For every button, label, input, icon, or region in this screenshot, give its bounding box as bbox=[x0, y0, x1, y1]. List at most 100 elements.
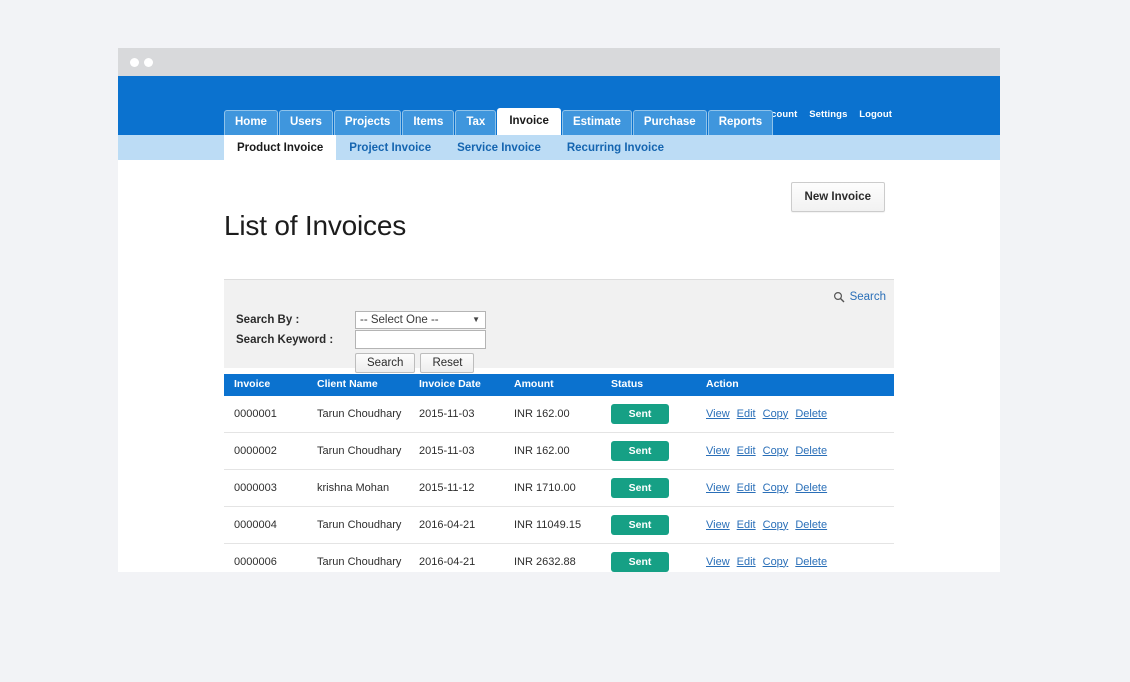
tab-home[interactable]: Home bbox=[224, 110, 278, 136]
cell-action: View Edit Copy Delete bbox=[706, 396, 894, 433]
cell-invoice: 0000002 bbox=[224, 432, 317, 469]
cell-status: Sent bbox=[611, 469, 706, 506]
tab-projects[interactable]: Projects bbox=[334, 110, 401, 136]
header-invoice-date: Invoice Date bbox=[419, 374, 514, 396]
search-keyword-row: Search Keyword : bbox=[236, 330, 486, 349]
invoices-table-body: 0000001Tarun Choudhary2015-11-03INR 162.… bbox=[224, 396, 894, 573]
action-copy-link[interactable]: Copy bbox=[763, 408, 789, 420]
main-navigation: Home Users Projects Items Tax Invoice Es… bbox=[224, 108, 774, 136]
action-copy-link[interactable]: Copy bbox=[763, 519, 789, 531]
action-view-link[interactable]: View bbox=[706, 482, 730, 494]
settings-link[interactable]: Settings bbox=[809, 109, 847, 120]
action-view-link[interactable]: View bbox=[706, 408, 730, 420]
status-badge[interactable]: Sent bbox=[611, 552, 669, 572]
cell-client-name: Tarun Choudhary bbox=[317, 506, 419, 543]
search-by-label: Search By : bbox=[236, 314, 355, 326]
search-submit-button[interactable]: Search bbox=[355, 353, 415, 373]
cell-client-name: Tarun Choudhary bbox=[317, 543, 419, 572]
search-form: Search By : -- Select One -- ▼ Search Ke… bbox=[236, 310, 486, 373]
cell-client-name: Tarun Choudhary bbox=[317, 396, 419, 433]
tab-purchase[interactable]: Purchase bbox=[633, 110, 707, 136]
action-delete-link[interactable]: Delete bbox=[795, 519, 827, 531]
search-reset-button[interactable]: Reset bbox=[420, 353, 474, 373]
search-buttons: Search Reset bbox=[355, 353, 486, 373]
action-view-link[interactable]: View bbox=[706, 445, 730, 457]
search-toggle[interactable]: Search bbox=[833, 291, 886, 303]
action-edit-link[interactable]: Edit bbox=[737, 519, 756, 531]
action-edit-link[interactable]: Edit bbox=[737, 482, 756, 494]
header-status: Status bbox=[611, 374, 706, 396]
table-row: 0000002Tarun Choudhary2015-11-03INR 162.… bbox=[224, 432, 894, 469]
action-edit-link[interactable]: Edit bbox=[737, 408, 756, 420]
table-row: 0000006Tarun Choudhary2016-04-21INR 2632… bbox=[224, 543, 894, 572]
status-badge[interactable]: Sent bbox=[611, 515, 669, 535]
cell-action: View Edit Copy Delete bbox=[706, 543, 894, 572]
action-copy-link[interactable]: Copy bbox=[763, 556, 789, 568]
cell-status: Sent bbox=[611, 543, 706, 572]
search-panel: Search Search By : -- Select One -- ▼ Se… bbox=[224, 279, 894, 368]
cell-action: View Edit Copy Delete bbox=[706, 506, 894, 543]
subtab-service-invoice[interactable]: Service Invoice bbox=[444, 135, 554, 160]
subtab-product-invoice[interactable]: Product Invoice bbox=[224, 135, 336, 160]
cell-invoice-date: 2015-11-03 bbox=[419, 432, 514, 469]
cell-amount: INR 1710.00 bbox=[514, 469, 611, 506]
cell-status: Sent bbox=[611, 506, 706, 543]
subtab-recurring-invoice[interactable]: Recurring Invoice bbox=[554, 135, 677, 160]
search-toggle-label: Search bbox=[850, 291, 886, 303]
status-badge[interactable]: Sent bbox=[611, 478, 669, 498]
status-badge[interactable]: Sent bbox=[611, 404, 669, 424]
action-delete-link[interactable]: Delete bbox=[795, 482, 827, 494]
sub-navigation: Product Invoice Project Invoice Service … bbox=[118, 135, 1000, 160]
tab-tax[interactable]: Tax bbox=[455, 110, 496, 136]
new-invoice-button[interactable]: New Invoice bbox=[791, 182, 885, 212]
action-copy-link[interactable]: Copy bbox=[763, 445, 789, 457]
action-delete-link[interactable]: Delete bbox=[795, 556, 827, 568]
cell-status: Sent bbox=[611, 432, 706, 469]
table-row: 0000004Tarun Choudhary2016-04-21INR 1104… bbox=[224, 506, 894, 543]
header-amount: Amount bbox=[514, 374, 611, 396]
cell-status: Sent bbox=[611, 396, 706, 433]
search-keyword-label: Search Keyword : bbox=[236, 334, 355, 346]
magnifier-icon bbox=[833, 291, 845, 303]
search-by-value: -- Select One -- bbox=[360, 314, 439, 326]
cell-invoice-date: 2015-11-12 bbox=[419, 469, 514, 506]
cell-invoice-date: 2016-04-21 bbox=[419, 506, 514, 543]
table-row: 0000003krishna Mohan2015-11-12INR 1710.0… bbox=[224, 469, 894, 506]
window-dot-icon-1[interactable] bbox=[130, 58, 139, 67]
window-dot-icon-2[interactable] bbox=[144, 58, 153, 67]
action-delete-link[interactable]: Delete bbox=[795, 445, 827, 457]
search-by-row: Search By : -- Select One -- ▼ bbox=[236, 310, 486, 329]
action-view-link[interactable]: View bbox=[706, 556, 730, 568]
action-copy-link[interactable]: Copy bbox=[763, 482, 789, 494]
cell-invoice: 0000004 bbox=[224, 506, 317, 543]
action-view-link[interactable]: View bbox=[706, 519, 730, 531]
tab-items[interactable]: Items bbox=[402, 110, 454, 136]
header-client-name: Client Name bbox=[317, 374, 419, 396]
tab-estimate[interactable]: Estimate bbox=[562, 110, 632, 136]
cell-action: View Edit Copy Delete bbox=[706, 432, 894, 469]
header-action: Action bbox=[706, 374, 894, 396]
page-body: New Invoice List of Invoices Search Sear… bbox=[118, 160, 1000, 572]
cell-amount: INR 11049.15 bbox=[514, 506, 611, 543]
search-keyword-input[interactable] bbox=[355, 330, 486, 349]
table-header-row: Invoice Client Name Invoice Date Amount … bbox=[224, 374, 894, 396]
action-edit-link[interactable]: Edit bbox=[737, 556, 756, 568]
app-header: My Account Settings Logout Home Users Pr… bbox=[118, 76, 1000, 135]
header-invoice: Invoice bbox=[224, 374, 317, 396]
search-by-select[interactable]: -- Select One -- ▼ bbox=[355, 311, 486, 329]
status-badge[interactable]: Sent bbox=[611, 441, 669, 461]
cell-invoice-date: 2015-11-03 bbox=[419, 396, 514, 433]
logout-link[interactable]: Logout bbox=[859, 109, 892, 120]
tab-users[interactable]: Users bbox=[279, 110, 333, 136]
window-titlebar bbox=[118, 48, 1000, 76]
tab-invoice[interactable]: Invoice bbox=[497, 108, 561, 136]
invoices-table: Invoice Client Name Invoice Date Amount … bbox=[224, 374, 894, 572]
action-delete-link[interactable]: Delete bbox=[795, 408, 827, 420]
table-row: 0000001Tarun Choudhary2015-11-03INR 162.… bbox=[224, 396, 894, 433]
cell-invoice: 0000001 bbox=[224, 396, 317, 433]
subtab-project-invoice[interactable]: Project Invoice bbox=[336, 135, 444, 160]
action-edit-link[interactable]: Edit bbox=[737, 445, 756, 457]
cell-invoice-date: 2016-04-21 bbox=[419, 543, 514, 572]
tab-reports[interactable]: Reports bbox=[708, 110, 773, 136]
cell-action: View Edit Copy Delete bbox=[706, 469, 894, 506]
